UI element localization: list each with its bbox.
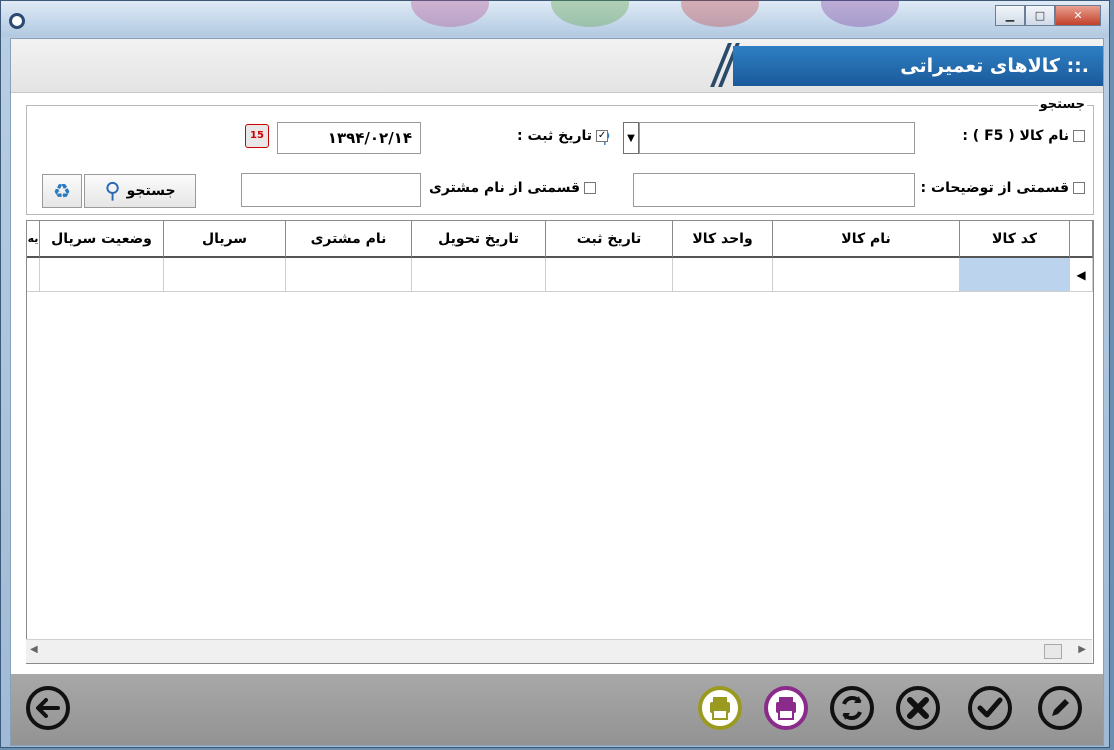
search-groupbox: جستجو نام کالا ( F5 ) : ▼ ⚲ ✓تاریخ ثبت :… [26, 97, 1094, 215]
edit-icon[interactable] [1037, 685, 1083, 731]
reg-date-option[interactable]: ✓تاریخ ثبت : [517, 128, 609, 144]
item-name-dropdown[interactable]: ▼ [623, 122, 639, 154]
reg-date-checkbox[interactable]: ✓ [596, 130, 609, 142]
col-header-delivery-date[interactable]: تاریخ تحویل [412, 221, 546, 258]
print-icon[interactable] [763, 685, 809, 731]
customer-name-input[interactable] [241, 173, 421, 207]
col-header-serial-status[interactable]: وضعیت سریال [40, 221, 164, 258]
description-input[interactable] [633, 173, 915, 207]
cancel-icon[interactable] [895, 685, 941, 731]
col-header-extra[interactable]: یه [27, 221, 40, 258]
scroll-left-icon[interactable]: ◀ [30, 644, 38, 655]
grid-cell-selected[interactable] [960, 258, 1070, 292]
col-header-name[interactable]: نام کالا [773, 221, 960, 258]
search-button-label: جستجو [126, 183, 176, 199]
customer-label: قسمتی از نام مشتری [429, 180, 581, 196]
horizontal-scrollbar[interactable]: ◀ ▶ [26, 639, 1092, 663]
grid-cell[interactable] [546, 258, 673, 292]
reg-date-input[interactable]: ۱۳۹۴/۰۲/۱۴ [277, 122, 421, 154]
magnifier-icon: ⚲ [104, 178, 121, 204]
col-header-customer[interactable]: نام مشتری [286, 221, 412, 258]
item-name-label: نام کالا ( F5 ) : [962, 128, 1069, 144]
customer-option[interactable]: قسمتی از نام مشتری [429, 180, 597, 196]
desc-label: قسمتی از توضیحات : [920, 180, 1069, 196]
desc-option[interactable]: قسمتی از توضیحات : [921, 180, 1085, 196]
search-button[interactable]: جستجو ⚲ [84, 174, 196, 208]
scroll-thumb[interactable] [1044, 644, 1062, 659]
scroll-right-icon[interactable]: ▶ [1078, 644, 1086, 655]
reg-date-label: تاریخ ثبت : [517, 128, 593, 144]
client-area: .:: کالاهای تعمیراتی جستجو نام کالا ( F5… [10, 38, 1104, 746]
bottom-toolbar [11, 674, 1103, 745]
grid-cell[interactable] [164, 258, 286, 292]
search-legend: جستجو [1037, 97, 1087, 112]
grid-cell[interactable] [40, 258, 164, 292]
decorative-circle [411, 0, 489, 27]
item-name-input[interactable] [639, 122, 915, 154]
grid-cell[interactable] [412, 258, 546, 292]
customer-checkbox[interactable] [584, 182, 597, 194]
confirm-icon[interactable] [967, 685, 1013, 731]
grid-cell[interactable] [27, 258, 40, 292]
recycle-icon: ♻ [53, 179, 71, 203]
decorative-circle [681, 0, 759, 27]
minimize-button[interactable]: ▁ [995, 5, 1025, 26]
item-name-option[interactable]: نام کالا ( F5 ) : [962, 128, 1085, 144]
print-icon[interactable] [697, 685, 743, 731]
grid-cell[interactable] [286, 258, 412, 292]
calendar-icon[interactable]: 15 [245, 124, 269, 148]
items-grid[interactable]: کد کالا نام کالا واحد کالا تاریخ ثبت تار… [26, 220, 1094, 664]
grid-cell[interactable] [773, 258, 960, 292]
item-name-checkbox[interactable] [1073, 130, 1085, 142]
maximize-button[interactable]: □ [1025, 5, 1055, 26]
page-title: .:: کالاهای تعمیراتی [733, 46, 1103, 86]
close-button[interactable]: ✕ [1055, 5, 1101, 26]
back-icon[interactable] [25, 685, 71, 731]
reset-button[interactable]: ♻ [42, 174, 82, 208]
col-header-reg-date[interactable]: تاریخ ثبت [546, 221, 673, 258]
app-icon [9, 13, 25, 29]
app-window: ▁ □ ✕ .:: کالاهای تعمیراتی جستجو نام کال… [0, 0, 1110, 748]
decorative-circle [821, 0, 899, 27]
col-header-unit[interactable]: واحد کالا [673, 221, 773, 258]
decorative-circle [551, 0, 629, 27]
refresh-icon[interactable] [829, 685, 875, 731]
row-indicator: ◀ [1070, 258, 1093, 292]
row-header-corner [1070, 221, 1093, 258]
col-header-code[interactable]: کد کالا [960, 221, 1070, 258]
header-band: .:: کالاهای تعمیراتی [11, 39, 1103, 93]
desc-checkbox[interactable] [1073, 182, 1085, 194]
grid-cell[interactable] [673, 258, 773, 292]
col-header-serial[interactable]: سریال [164, 221, 286, 258]
title-bar: ▁ □ ✕ [1, 0, 1109, 37]
